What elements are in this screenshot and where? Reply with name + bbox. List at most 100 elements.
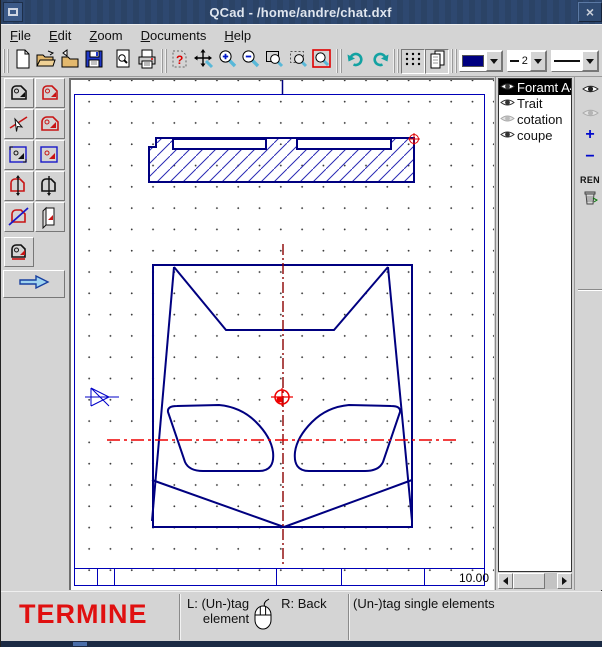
close-button[interactable]: ×: [578, 2, 602, 22]
grid-toggle-button[interactable]: [401, 49, 425, 74]
remove-layer-button[interactable]: −: [577, 147, 602, 167]
tool-untag-all-button[interactable]: [4, 202, 34, 232]
print-preview-icon: [112, 48, 134, 75]
toolbar-handle[interactable]: [451, 49, 457, 73]
linewidth-dropdown-arrow[interactable]: [530, 51, 546, 71]
linetype-dropdown-arrow[interactable]: [582, 51, 598, 71]
toolbar-handle[interactable]: [3, 49, 9, 73]
qcad-window: { "window": { "title": "QCad - /home/and…: [0, 0, 602, 647]
left-hint-2: element: [187, 611, 249, 626]
open-button[interactable]: [35, 49, 59, 74]
layer-row[interactable]: Trait: [499, 95, 571, 111]
resize-notch: [73, 642, 87, 646]
chevron-down-icon: [586, 59, 594, 64]
origin-marker: [271, 388, 293, 406]
continue-button[interactable]: [3, 270, 65, 298]
color-dropdown-arrow[interactable]: [486, 51, 502, 71]
linetype-combobox[interactable]: [551, 50, 599, 72]
eye-icon[interactable]: [500, 96, 515, 111]
delete-layer-button[interactable]: [577, 189, 602, 209]
eye-icon[interactable]: [500, 80, 515, 95]
tool-tag-range-button[interactable]: [4, 171, 34, 201]
show-layer-button[interactable]: [577, 79, 602, 99]
drawing-canvas[interactable]: 10.00: [69, 78, 494, 590]
datum-symbol: [85, 388, 119, 406]
menu-zoom[interactable]: Zoom: [80, 26, 131, 45]
toolbar-handle[interactable]: [161, 49, 167, 73]
layer-row[interactable]: coupe: [499, 127, 571, 143]
new-button[interactable]: [11, 49, 35, 74]
zoom-in-icon: [217, 48, 239, 75]
layer-list-hscrollbar[interactable]: [498, 573, 572, 589]
hide-layer-button[interactable]: [577, 103, 602, 123]
menu-documents[interactable]: Documents: [132, 26, 216, 45]
linewidth-combobox[interactable]: 2: [507, 50, 547, 72]
print-button[interactable]: [135, 49, 159, 74]
drawing: [69, 78, 494, 590]
zoom-window-button[interactable]: [263, 49, 287, 74]
triangle-left-icon: [503, 577, 508, 585]
tool-pick-element-button[interactable]: [4, 109, 34, 139]
tool-tag-double-button[interactable]: [4, 237, 34, 267]
layer-list[interactable]: Foramt A4 Trait cotation coupe: [498, 78, 572, 572]
layer-list-toggle-button[interactable]: [425, 49, 449, 74]
section-view: [149, 133, 420, 182]
chevron-down-icon: [490, 59, 498, 64]
divider: [179, 594, 181, 640]
selection-toolbar: [1, 77, 68, 590]
zoom-previous-icon: [311, 48, 333, 75]
menu-file[interactable]: File: [1, 26, 40, 45]
scroll-right-button[interactable]: [557, 573, 572, 589]
grid-spacing-label: 10.00: [459, 571, 489, 585]
chevron-down-icon: [534, 59, 542, 64]
eye-icon[interactable]: [500, 128, 515, 143]
redraw-button[interactable]: ?: [169, 49, 193, 74]
tool-tag-contour-button[interactable]: [35, 109, 65, 139]
window-menu-icon[interactable]: [3, 2, 23, 22]
tool-untag-window-button[interactable]: [35, 140, 65, 170]
titlebar[interactable]: QCad - /home/andre/chat.dxf ×: [1, 0, 602, 24]
layer-panel: Foramt A4 Trait cotation coupe + − REN: [495, 77, 602, 590]
window-frame-bottom: [1, 641, 602, 647]
printer-icon: [136, 48, 158, 75]
zoom-in-button[interactable]: [216, 49, 240, 74]
right-eye: [295, 405, 400, 471]
current-color-swatch: [460, 51, 486, 71]
tool-tag-element-alt-button[interactable]: [35, 78, 65, 108]
menu-help[interactable]: Help: [215, 26, 260, 45]
scroll-thumb[interactable]: [513, 573, 545, 589]
redo-button[interactable]: [368, 49, 392, 74]
add-layer-button[interactable]: +: [577, 125, 602, 145]
zoom-window-icon: [264, 48, 286, 75]
tool-tag-element-button[interactable]: [4, 78, 34, 108]
tool-tag-layer-button[interactable]: [35, 202, 65, 232]
menu-edit[interactable]: Edit: [40, 26, 80, 45]
tool-tag-window-button[interactable]: [4, 140, 34, 170]
redraw-icon: ?: [169, 48, 191, 75]
undo-button[interactable]: [344, 49, 368, 74]
open-folder-icon: [35, 48, 57, 75]
statusbar: TERMINE L: (Un-)tag element R: Back (Un-…: [1, 591, 602, 641]
layer-row[interactable]: Foramt A4: [499, 79, 571, 95]
zoom-out-icon: [240, 48, 262, 75]
zoom-auto-icon: [288, 48, 310, 75]
zoom-previous-button[interactable]: [311, 49, 335, 74]
toolbar-handle[interactable]: [336, 49, 342, 73]
print-preview-button[interactable]: [111, 49, 135, 74]
redo-icon: [369, 48, 391, 75]
eye-closed-icon[interactable]: [500, 112, 515, 127]
trash-icon: [581, 188, 599, 211]
close-file-button[interactable]: [58, 49, 82, 74]
color-combobox[interactable]: [459, 50, 503, 72]
pan-button[interactable]: [192, 49, 216, 74]
toolbar-handle[interactable]: [393, 49, 399, 73]
grid-icon: [403, 49, 423, 74]
zoom-auto-button[interactable]: [287, 49, 311, 74]
tool-untag-range-button[interactable]: [35, 171, 65, 201]
zoom-out-button[interactable]: [240, 49, 264, 74]
layer-row[interactable]: cotation: [499, 111, 571, 127]
save-button[interactable]: [82, 49, 106, 74]
mouse-icon: [252, 596, 274, 637]
left-hint: L: (Un-)tag: [187, 596, 249, 611]
scroll-left-button[interactable]: [498, 573, 513, 589]
